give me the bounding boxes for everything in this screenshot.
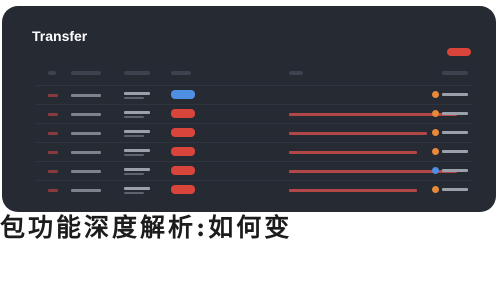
table-row[interactable] — [36, 161, 472, 181]
row-date — [71, 113, 101, 116]
column-header-date[interactable] — [71, 71, 101, 75]
row-description — [124, 187, 150, 190]
status-badge[interactable] — [171, 128, 195, 137]
row-number — [48, 151, 58, 154]
row-reference[interactable] — [289, 132, 427, 135]
token-icon — [432, 129, 439, 136]
row-description — [124, 92, 150, 95]
column-header-status[interactable] — [171, 71, 191, 75]
row-description — [124, 130, 150, 133]
status-badge[interactable] — [171, 90, 195, 99]
row-subtext — [124, 97, 144, 99]
table-row[interactable] — [36, 142, 472, 162]
row-reference[interactable] — [289, 189, 417, 192]
row-subtext — [124, 192, 144, 194]
row-amount — [442, 93, 468, 96]
token-icon — [432, 186, 439, 193]
row-reference[interactable] — [289, 151, 417, 154]
token-icon — [432, 148, 439, 155]
row-subtext — [124, 173, 144, 175]
column-header-amount[interactable] — [442, 71, 468, 75]
row-amount — [442, 169, 468, 172]
status-badge[interactable] — [171, 147, 195, 156]
token-icon — [432, 110, 439, 117]
row-date — [71, 132, 101, 135]
column-header-number[interactable] — [48, 71, 56, 75]
row-number — [48, 113, 58, 116]
row-number — [48, 94, 58, 97]
status-badge[interactable] — [171, 109, 195, 118]
transfer-window: Transfer — [2, 6, 496, 212]
row-amount — [442, 131, 468, 134]
transfer-table — [36, 63, 472, 201]
column-header-description[interactable] — [124, 71, 150, 75]
row-date — [71, 94, 101, 97]
article-heading: 包功能深度解析:如何变 — [0, 213, 293, 242]
row-date — [71, 189, 101, 192]
row-subtext — [124, 154, 144, 156]
row-date — [71, 151, 101, 154]
row-date — [71, 170, 101, 173]
table-row[interactable] — [36, 85, 472, 105]
row-amount — [442, 188, 468, 191]
row-amount — [442, 150, 468, 153]
table-row[interactable] — [36, 104, 472, 124]
table-header — [36, 63, 472, 85]
row-number — [48, 189, 58, 192]
status-badge[interactable] — [171, 185, 195, 194]
status-badge[interactable] — [171, 166, 195, 175]
column-header-reference[interactable] — [289, 71, 303, 75]
row-description — [124, 168, 150, 171]
page-title: Transfer — [32, 28, 88, 44]
action-button[interactable] — [447, 48, 471, 56]
row-amount — [442, 112, 468, 115]
row-subtext — [124, 116, 144, 118]
token-icon — [432, 167, 439, 174]
row-number — [48, 170, 58, 173]
table-row[interactable] — [36, 123, 472, 143]
row-subtext — [124, 135, 144, 137]
row-number — [48, 132, 58, 135]
row-description — [124, 111, 150, 114]
token-icon — [432, 91, 439, 98]
row-description — [124, 149, 150, 152]
table-row[interactable] — [36, 180, 472, 200]
